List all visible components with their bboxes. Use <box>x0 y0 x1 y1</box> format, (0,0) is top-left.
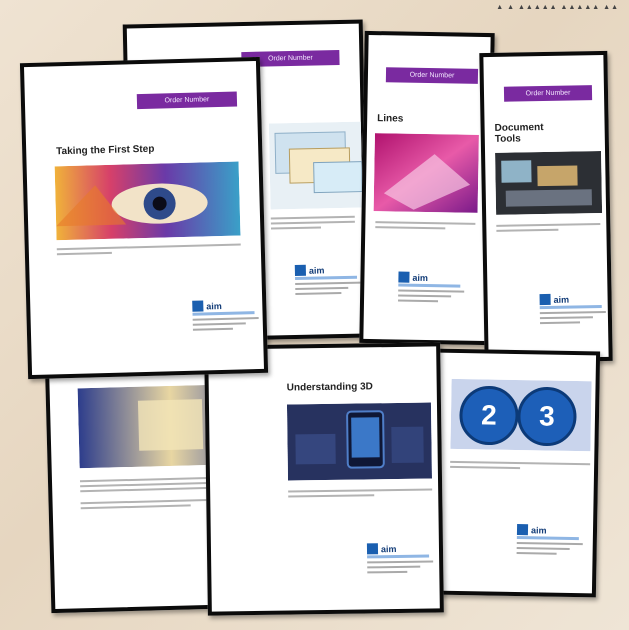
hero-image-magenta <box>373 133 479 213</box>
hero-image-screens <box>268 121 367 210</box>
company-logo: aim <box>294 264 362 295</box>
page-title: Taking the First Step <box>56 143 155 158</box>
hero-image-eye <box>54 161 241 241</box>
number-3: 3 <box>539 400 555 431</box>
brochure-collage-photo: ▲ ▲ ▲▲▲▲▲ ▲▲▲▲▲ ▲▲ Order Number aim Orde… <box>0 0 629 630</box>
brochure-page-1: Order Number Taking the First Step aim <box>19 56 269 380</box>
brochure-page-7: 2 3 aim <box>431 348 601 598</box>
page-title: Document Tools <box>494 122 544 145</box>
page-title: Lines <box>377 113 404 125</box>
company-logo: aim <box>366 542 434 574</box>
company-logo: aim <box>539 293 607 325</box>
hero-image-office <box>495 151 603 215</box>
body-text <box>496 223 601 235</box>
body-text <box>56 243 241 258</box>
body-text <box>288 488 433 500</box>
corner-caption: ▲ ▲ ▲▲▲▲▲ ▲▲▲▲▲ ▲▲ <box>496 4 619 11</box>
body-text <box>450 460 591 473</box>
company-logo: aim <box>192 299 259 331</box>
number-2: 2 <box>481 399 497 430</box>
company-logo: aim <box>398 271 465 303</box>
hero-image-3d-screen <box>286 402 433 481</box>
company-logo: aim <box>516 524 584 555</box>
body-text <box>270 215 355 233</box>
brochure-page-6: Understanding 3D aim <box>204 342 444 616</box>
hero-image-numbers: 2 3 <box>450 378 592 452</box>
brochure-page-3: Order Number Lines aim <box>359 30 495 346</box>
order-badge: Order Number <box>503 85 593 102</box>
order-badge: Order Number <box>385 67 479 84</box>
page-title: Understanding 3D <box>286 381 373 394</box>
brochure-page-4: Order Number Document Tools aim <box>479 50 613 364</box>
body-text <box>375 221 476 233</box>
order-badge: Order Number <box>136 91 238 110</box>
